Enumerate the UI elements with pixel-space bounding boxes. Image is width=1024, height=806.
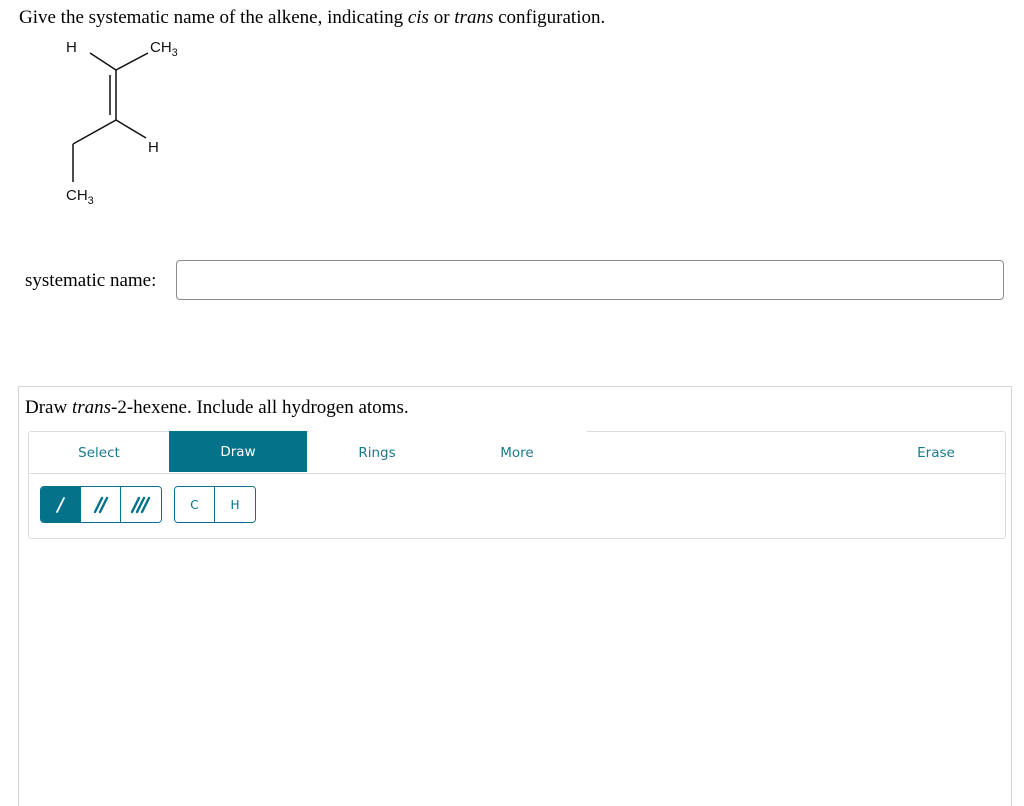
question-prefix: Give the systematic name of the alkene, …	[19, 7, 408, 28]
atom-tool-group: C H	[174, 486, 256, 523]
draw-prompt-suffix: -2-hexene. Include all hydrogen atoms.	[111, 397, 409, 418]
question-text: Give the systematic name of the alkene, …	[19, 7, 605, 29]
question-or: or	[428, 7, 455, 28]
bond-tool-group	[40, 486, 162, 523]
systematic-name-input[interactable]	[176, 260, 1004, 300]
tab-rings[interactable]: Rings	[307, 432, 447, 473]
atom-h-right: H	[148, 139, 159, 156]
draw-prompt-prefix: Draw	[25, 397, 72, 418]
tab-select[interactable]: Select	[29, 432, 169, 473]
tab-erase[interactable]: Erase	[869, 432, 1003, 473]
systematic-name-label: systematic name:	[25, 270, 157, 291]
double-bond-icon	[93, 496, 108, 513]
sketcher-toolbar: Select Draw Rings More Erase C H	[28, 430, 1006, 539]
triple-bond-button[interactable]	[121, 487, 161, 522]
question-trans: trans	[454, 7, 494, 28]
question-suffix: configuration.	[493, 7, 606, 28]
bond-h-top	[89, 52, 117, 71]
single-bond-icon	[55, 496, 65, 513]
drawing-panel: Draw trans-2-hexene. Include all hydroge…	[18, 386, 1012, 806]
atom-ch3-top: CH3	[150, 39, 178, 59]
tool-row: C H	[40, 486, 256, 523]
bond-ch3-top	[115, 52, 149, 71]
triple-bond-icon	[130, 496, 151, 513]
tab-draw[interactable]: Draw	[169, 431, 307, 472]
alkene-structure: H CH3 H CH3	[66, 39, 178, 207]
bond-ch2	[72, 119, 117, 145]
question-cis: cis	[407, 7, 429, 28]
tab-more[interactable]: More	[447, 432, 587, 473]
bond-h-right	[115, 119, 147, 139]
carbon-atom-button[interactable]: C	[175, 487, 215, 522]
hydrogen-atom-button[interactable]: H	[215, 487, 255, 522]
sketcher-tabs: Select Draw Rings More Erase	[29, 430, 1005, 474]
single-bond-button[interactable]	[41, 487, 81, 522]
atom-ch3-bottom: CH3	[66, 187, 94, 207]
draw-prompt-italic: trans	[71, 397, 112, 418]
double-bond-button[interactable]	[81, 487, 121, 522]
draw-prompt: Draw trans-2-hexene. Include all hydroge…	[25, 397, 409, 419]
drawing-canvas[interactable]	[19, 539, 1011, 799]
atom-h-top: H	[66, 39, 77, 56]
